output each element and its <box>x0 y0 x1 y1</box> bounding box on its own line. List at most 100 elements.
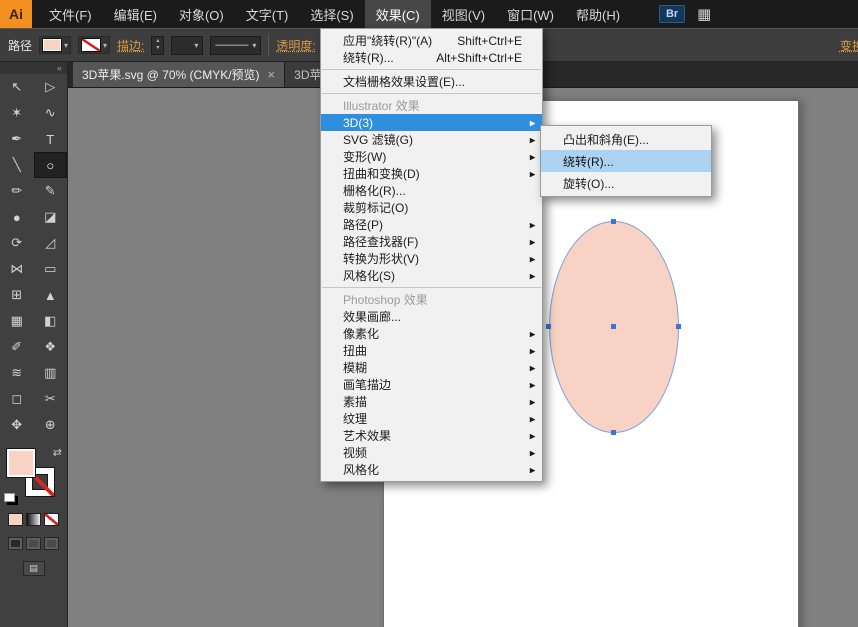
menu-item[interactable]: 画笔描边 ▶ <box>321 376 542 393</box>
scale-tool[interactable]: ◿ <box>34 230 68 256</box>
mesh-tool[interactable]: ▦ <box>0 308 34 334</box>
menubar-item[interactable]: 帮助(H) <box>565 0 631 28</box>
ellipse-tool[interactable]: ○ <box>34 152 68 178</box>
submenu-arrow-icon: ▶ <box>530 414 536 423</box>
menubar-item[interactable]: 窗口(W) <box>496 0 565 28</box>
color-button[interactable] <box>8 513 23 526</box>
shape-builder-tool[interactable]: ⊞ <box>0 282 34 308</box>
slice-tool[interactable]: ✂ <box>34 386 68 412</box>
anchor-point-bottom[interactable] <box>611 430 616 435</box>
selection-tool[interactable]: ↖ <box>0 74 34 100</box>
screen-mode-button[interactable]: ▤ <box>23 561 45 576</box>
column-graph-tool[interactable]: ▥ <box>34 360 68 386</box>
stroke-link[interactable]: 描边: <box>117 37 144 54</box>
transform-link[interactable]: 变换 <box>840 37 858 54</box>
panel-collapse-icon[interactable]: « <box>0 62 67 74</box>
pen-tool[interactable]: ✒ <box>0 126 34 152</box>
menu-item[interactable]: 像素化 ▶ <box>321 325 542 342</box>
center-point[interactable] <box>611 324 616 329</box>
menu-item[interactable]: 风格化 ▶ <box>321 461 542 478</box>
direct-selection-tool[interactable]: ▷ <box>34 74 68 100</box>
fill-swatch[interactable] <box>6 448 36 478</box>
menu-item-label: 路径(P) <box>343 216 383 233</box>
menu-item[interactable]: 路径(P) ▶ <box>321 216 542 233</box>
bridge-button[interactable]: Br <box>659 5 685 23</box>
perspective-grid-tool[interactable]: ▲ <box>34 282 68 308</box>
workspace-switcher-icon[interactable]: ▦ <box>697 7 711 22</box>
anchor-point-right[interactable] <box>676 324 681 329</box>
menu-item[interactable]: 绕转(R)... Alt+Shift+Ctrl+E ▶ <box>321 49 542 66</box>
menu-item[interactable]: 绕转(R)... ▶ <box>541 150 711 172</box>
menubar-item[interactable]: 效果(C) <box>365 0 431 28</box>
draw-inside-button[interactable] <box>44 537 59 550</box>
pencil-tool[interactable]: ✎ <box>34 178 68 204</box>
stepper-down-icon[interactable]: ▾ <box>156 45 159 52</box>
blob-brush-tool[interactable]: ● <box>0 204 34 230</box>
swap-fill-stroke-icon[interactable]: ⇄ <box>53 446 62 459</box>
default-fill-stroke-icon[interactable] <box>4 493 15 502</box>
paintbrush-tool[interactable]: ✏ <box>0 178 34 204</box>
gradient-tool[interactable]: ◧ <box>34 308 68 334</box>
tab-close-icon[interactable]: × <box>268 68 276 81</box>
anchor-point-top[interactable] <box>611 219 616 224</box>
width-tool[interactable]: ⋈ <box>0 256 34 282</box>
zoom-tool[interactable]: ⊕ <box>34 412 68 438</box>
tool-icon: ▲ <box>44 288 57 303</box>
menu-item[interactable]: 艺术效果 ▶ <box>321 427 542 444</box>
symbol-sprayer-tool[interactable]: ≋ <box>0 360 34 386</box>
menu-item[interactable]: 变形(W) ▶ <box>321 148 542 165</box>
tool-icon: ∿ <box>45 105 56 121</box>
lasso-tool[interactable]: ∿ <box>34 100 68 126</box>
menu-item[interactable]: 视频 ▶ <box>321 444 542 461</box>
menu-item[interactable]: 3D(3) ▶ <box>321 114 542 131</box>
magic-wand-tool[interactable]: ✶ <box>0 100 34 126</box>
free-transform-tool[interactable]: ▭ <box>34 256 68 282</box>
stroke-color-swatch[interactable]: ▾ <box>78 36 110 54</box>
menu-item[interactable]: SVG 滤镜(G) ▶ <box>321 131 542 148</box>
menu-item[interactable]: 转换为形状(V) ▶ <box>321 250 542 267</box>
document-tab[interactable]: 3D苹果.svg @ 70% (CMYK/预览) × <box>73 62 285 87</box>
menu-item[interactable]: 风格化(S) ▶ <box>321 267 542 284</box>
menu-item[interactable]: 栅格化(R)... ▶ <box>321 182 542 199</box>
menu-item[interactable]: 裁剪标记(O) ▶ <box>321 199 542 216</box>
menu-item[interactable]: 素描 ▶ <box>321 393 542 410</box>
menu-item[interactable]: 凸出和斜角(E)... ▶ <box>541 128 711 150</box>
menubar-item[interactable]: 视图(V) <box>431 0 496 28</box>
blend-tool[interactable]: ❖ <box>34 334 68 360</box>
menu-item[interactable]: 文档栅格效果设置(E)... ▶ <box>321 73 542 90</box>
stepper-up-icon[interactable]: ▴ <box>156 38 159 45</box>
draw-normal-button[interactable] <box>8 537 23 550</box>
stroke-width-select[interactable]: ▾ <box>171 36 203 55</box>
rotate-tool[interactable]: ⟳ <box>0 230 34 256</box>
menubar-item[interactable]: 文件(F) <box>38 0 103 28</box>
menu-item[interactable]: 应用"绕转(R)"(A) Shift+Ctrl+E ▶ <box>321 32 542 49</box>
opacity-link[interactable]: 透明度: <box>276 37 315 54</box>
menubar-item[interactable]: 对象(O) <box>168 0 235 28</box>
menu-item[interactable]: 模糊 ▶ <box>321 359 542 376</box>
none-button[interactable] <box>44 513 59 526</box>
fill-color-swatch[interactable]: ▾ <box>39 36 71 54</box>
menubar-item[interactable]: 编辑(E) <box>103 0 168 28</box>
menu-item[interactable]: 纹理 ▶ <box>321 410 542 427</box>
type-tool[interactable]: T <box>34 126 68 152</box>
line-segment-tool[interactable]: ╲ <box>0 152 34 178</box>
menu-item[interactable]: 扭曲和变换(D) ▶ <box>321 165 542 182</box>
menu-item[interactable]: 旋转(O)... ▶ <box>541 172 711 194</box>
draw-behind-button[interactable] <box>26 537 41 550</box>
anchor-point-left[interactable] <box>546 324 551 329</box>
menubar-item[interactable]: 文字(T) <box>235 0 300 28</box>
gradient-button[interactable] <box>26 513 41 526</box>
menu-item[interactable]: 效果画廊... ▶ <box>321 308 542 325</box>
submenu-arrow-icon: ▶ <box>530 169 536 178</box>
eyedropper-tool[interactable]: ✐ <box>0 334 34 360</box>
width-profile-select[interactable]: ——— ▾ <box>210 36 261 55</box>
menubar-item[interactable]: 选择(S) <box>299 0 364 28</box>
menu-item[interactable]: 路径查找器(F) ▶ <box>321 233 542 250</box>
hand-tool[interactable]: ✥ <box>0 412 34 438</box>
menu-item-label: 扭曲 <box>343 342 367 359</box>
submenu-arrow-icon: ▶ <box>530 237 536 246</box>
stroke-width-stepper[interactable]: ▴ ▾ <box>151 36 164 55</box>
menu-item[interactable]: 扭曲 ▶ <box>321 342 542 359</box>
artboard-tool[interactable]: ◻ <box>0 386 34 412</box>
eraser-tool[interactable]: ◪ <box>34 204 68 230</box>
